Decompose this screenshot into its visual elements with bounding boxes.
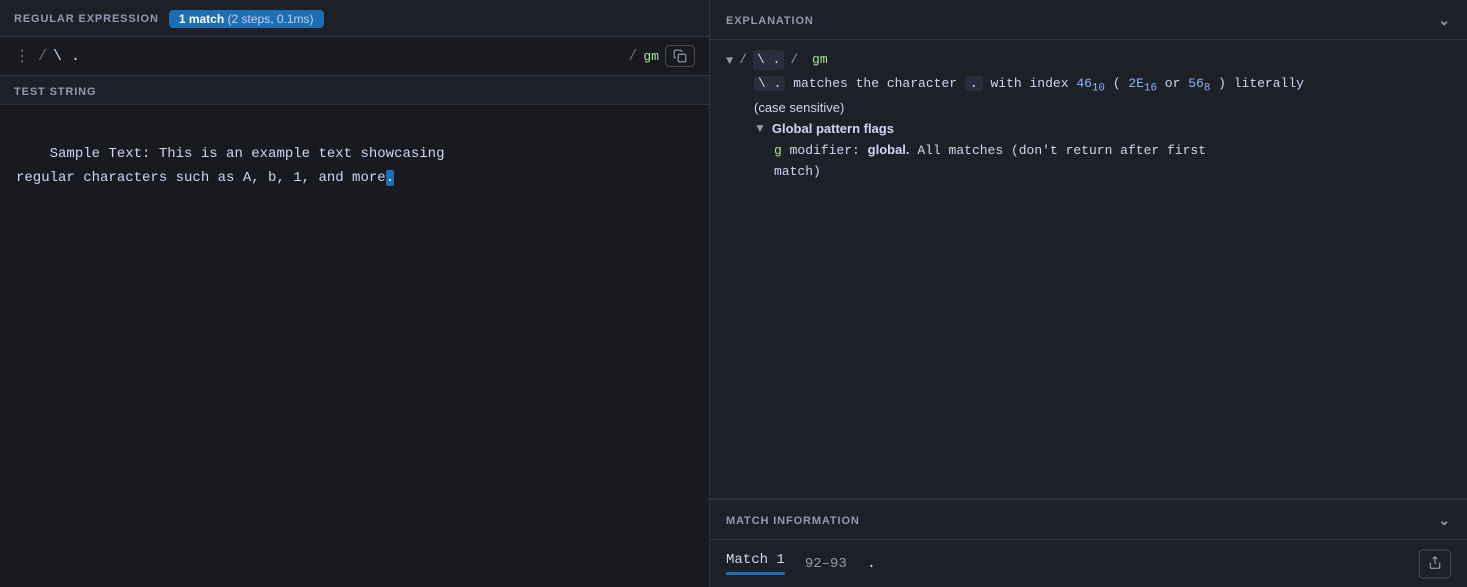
regex-section-header: REGULAR EXPRESSION 1 match (2 steps, 0.1… <box>0 0 709 36</box>
regex-bar: ⋮ / \ . / gm <box>0 36 709 76</box>
exp-desc-dot: . <box>965 76 983 91</box>
exp-index-2E: 2E16 <box>1128 76 1157 91</box>
explanation-label: EXPLANATION <box>726 15 814 27</box>
modifier-bold: global. <box>868 142 910 157</box>
match-badge-count: 1 match <box>179 12 224 26</box>
exp-or: or <box>1165 76 1188 91</box>
test-string-label: TEST STRING <box>14 86 96 98</box>
exp-index-56: 568 <box>1188 76 1210 91</box>
test-string-header: TEST STRING <box>0 76 709 105</box>
regex-section-label: REGULAR EXPRESSION <box>14 13 159 25</box>
match-tab-underline <box>726 572 785 575</box>
explanation-header: EXPLANATION ⌄ <box>710 0 1467 40</box>
regex-copy-button[interactable] <box>665 45 695 67</box>
exp-index-46-sub: 10 <box>1092 83 1105 95</box>
modifier-desc: All matches (don't return after first <box>917 143 1206 158</box>
match-value: . <box>867 555 876 572</box>
match-info-section: MATCH INFORMATION ⌄ Match 1 92–93 . <box>710 499 1467 587</box>
explanation-body: ▼ / \ . / gm \ . matches the character .… <box>710 40 1467 498</box>
exp-root-line: ▼ / \ . / gm <box>726 50 1451 70</box>
regex-slash-open: / <box>38 48 47 65</box>
match-info-header: MATCH INFORMATION ⌄ <box>710 499 1467 540</box>
match-tab-label: Match 1 <box>726 552 785 568</box>
exp-tree-arrow[interactable]: ▼ <box>726 52 733 70</box>
global-flags-arrow[interactable]: ▼ <box>754 121 766 135</box>
match-range: 92–93 <box>805 556 847 572</box>
modifier-line-2: match) <box>726 162 1451 183</box>
modifier-desc2: match) <box>774 164 821 179</box>
exp-paren-close: ) literally <box>1218 76 1304 91</box>
regex-flags: gm <box>643 49 659 64</box>
exp-desc-text1: matches the character <box>793 76 965 91</box>
match-badge: 1 match (2 steps, 0.1ms) <box>169 10 324 28</box>
exp-case-sensitive: (case sensitive) <box>726 100 1451 115</box>
regex-pattern[interactable]: \ . <box>53 48 622 65</box>
modifier-line: g modifier: global. All matches (don't r… <box>726 140 1451 162</box>
exp-index-46: 4610 <box>1076 76 1105 91</box>
match-info-collapse-chevron[interactable]: ⌄ <box>1438 512 1451 529</box>
explanation-collapse-chevron[interactable]: ⌄ <box>1438 12 1451 29</box>
share-button[interactable] <box>1419 549 1451 578</box>
exp-index-2E-sub: 16 <box>1144 83 1157 95</box>
exp-slash-close: / <box>790 50 798 70</box>
modifier-text: modifier: <box>790 143 868 158</box>
exp-slash-open: / <box>739 50 747 70</box>
global-flags-header: ▼ Global pattern flags <box>726 121 1451 136</box>
exp-case-text: (case sensitive) <box>754 100 844 115</box>
modifier-g: g <box>774 143 782 158</box>
exp-desc-pattern: \ . <box>754 76 785 91</box>
match-tab-1[interactable]: Match 1 <box>726 552 785 575</box>
right-panel: EXPLANATION ⌄ ▼ / \ . / gm \ . matches t… <box>710 0 1467 587</box>
explanation-section: EXPLANATION ⌄ ▼ / \ . / gm \ . matches t… <box>710 0 1467 499</box>
exp-pattern: \ . <box>753 50 784 70</box>
exp-paren-open: ( <box>1113 76 1121 91</box>
exp-flags: gm <box>804 50 827 70</box>
match-info-body: Match 1 92–93 . <box>710 540 1467 587</box>
match-info-label: MATCH INFORMATION <box>726 515 860 527</box>
global-flags-label: Global pattern flags <box>772 121 894 136</box>
left-panel: REGULAR EXPRESSION 1 match (2 steps, 0.1… <box>0 0 710 587</box>
exp-index-56-sub: 8 <box>1204 83 1211 95</box>
match-badge-steps: (2 steps, 0.1ms) <box>228 12 314 26</box>
regex-dots-menu[interactable]: ⋮ <box>14 46 30 66</box>
test-string-area[interactable]: Sample Text: This is an example text sho… <box>0 105 709 587</box>
regex-slash-close: / <box>628 48 637 65</box>
exp-desc-text2: with index <box>991 76 1077 91</box>
test-string-line1: Sample Text: This is an example text sho… <box>16 146 444 186</box>
match-highlight: . <box>386 170 394 186</box>
exp-description-line: \ . matches the character . with index 4… <box>726 74 1451 98</box>
